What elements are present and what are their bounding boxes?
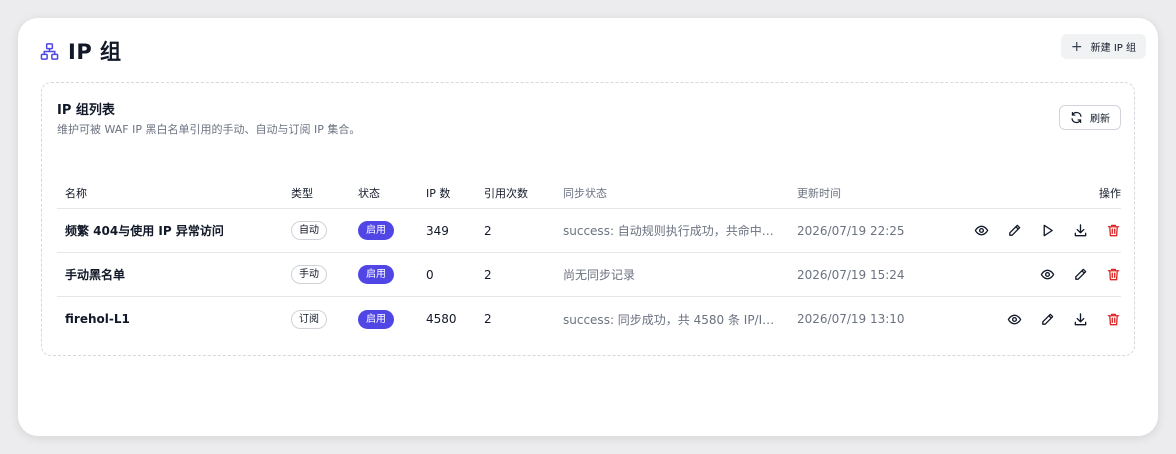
panel-title: IP 组列表	[57, 103, 115, 118]
panel-description: 维护可被 WAF IP 黑白名单引用的手动、自动与订阅 IP 集合。	[57, 123, 361, 136]
column-header-name: 名称	[65, 186, 87, 200]
edit-icon[interactable]	[1072, 267, 1088, 283]
column-header-refs: 引用次数	[484, 186, 528, 200]
table-row: firehol-L1 订阅 启用 4580 2 success: 同步成功，共 …	[57, 297, 1121, 341]
view-icon[interactable]	[1039, 267, 1055, 283]
main-card: IP 组 + 新建 IP 组 IP 组列表 维护可被 WAF IP 黑白名单引用…	[18, 18, 1158, 436]
row-sync-status: success: 自动规则执行成功，共命中…	[563, 224, 774, 238]
page-header: IP 组	[40, 36, 122, 66]
row-name: firehol-L1	[65, 312, 130, 326]
type-badge: 订阅	[291, 309, 327, 329]
view-icon[interactable]	[1006, 311, 1022, 327]
refresh-label: 刷新	[1090, 114, 1110, 125]
edit-icon[interactable]	[1039, 311, 1055, 327]
download-icon[interactable]	[1072, 311, 1088, 327]
column-header-ip-count: IP 数	[426, 186, 451, 200]
run-icon[interactable]	[1039, 223, 1055, 239]
row-sync-status: success: 同步成功，共 4580 条 IP/I…	[563, 312, 775, 327]
row-ip-count: 4580	[426, 312, 457, 326]
row-refs: 2	[484, 267, 492, 282]
row-name: 频繁 404与使用 IP 异常访问	[65, 224, 224, 238]
row-ip-count: 0	[426, 267, 434, 282]
type-badge: 手动	[291, 265, 327, 284]
row-refs: 2	[484, 223, 492, 238]
row-refs: 2	[484, 312, 492, 326]
column-header-type: 类型	[291, 186, 313, 200]
type-badge: 自动	[291, 221, 327, 240]
refresh-icon	[1070, 111, 1083, 124]
delete-icon[interactable]	[1105, 223, 1121, 239]
page-title: IP 组	[68, 40, 122, 64]
row-ip-count: 349	[426, 223, 449, 238]
status-badge: 启用	[358, 221, 394, 240]
row-updated: 2026/07/19 15:24	[797, 267, 905, 282]
row-updated: 2026/07/19 13:10	[797, 312, 905, 326]
column-header-sync: 同步状态	[563, 186, 607, 200]
table-header: 名称 类型 状态 IP 数 引用次数 同步状态 更新时间 操作	[57, 175, 1121, 209]
new-ip-group-button[interactable]: + 新建 IP 组	[1060, 34, 1146, 59]
column-header-actions: 操作	[1099, 186, 1121, 200]
network-icon	[40, 41, 60, 61]
ip-group-list-panel: IP 组列表 维护可被 WAF IP 黑白名单引用的手动、自动与订阅 IP 集合…	[41, 82, 1135, 356]
delete-icon[interactable]	[1105, 267, 1121, 283]
row-name: 手动黑名单	[65, 268, 126, 282]
refresh-button[interactable]: 刷新	[1059, 105, 1121, 130]
row-updated: 2026/07/19 22:25	[797, 223, 905, 238]
status-badge: 启用	[358, 309, 394, 329]
status-badge: 启用	[358, 265, 394, 284]
view-icon[interactable]	[973, 223, 989, 239]
edit-icon[interactable]	[1006, 223, 1022, 239]
delete-icon[interactable]	[1105, 311, 1121, 327]
column-header-updated: 更新时间	[797, 186, 841, 200]
table-row: 手动黑名单 手动 启用 0 2 尚无同步记录 2026/07/19 15:24	[57, 253, 1121, 297]
new-ip-group-label: 新建 IP 组	[1090, 43, 1136, 54]
download-icon[interactable]	[1072, 223, 1088, 239]
plus-icon: +	[1070, 38, 1083, 55]
ip-group-table: 名称 类型 状态 IP 数 引用次数 同步状态 更新时间 操作 频繁 404与使…	[57, 175, 1121, 341]
table-row: 频繁 404与使用 IP 异常访问 自动 启用 349 2 success: 自…	[57, 209, 1121, 253]
column-header-status: 状态	[358, 186, 380, 200]
row-sync-status: 尚无同步记录	[563, 268, 636, 282]
